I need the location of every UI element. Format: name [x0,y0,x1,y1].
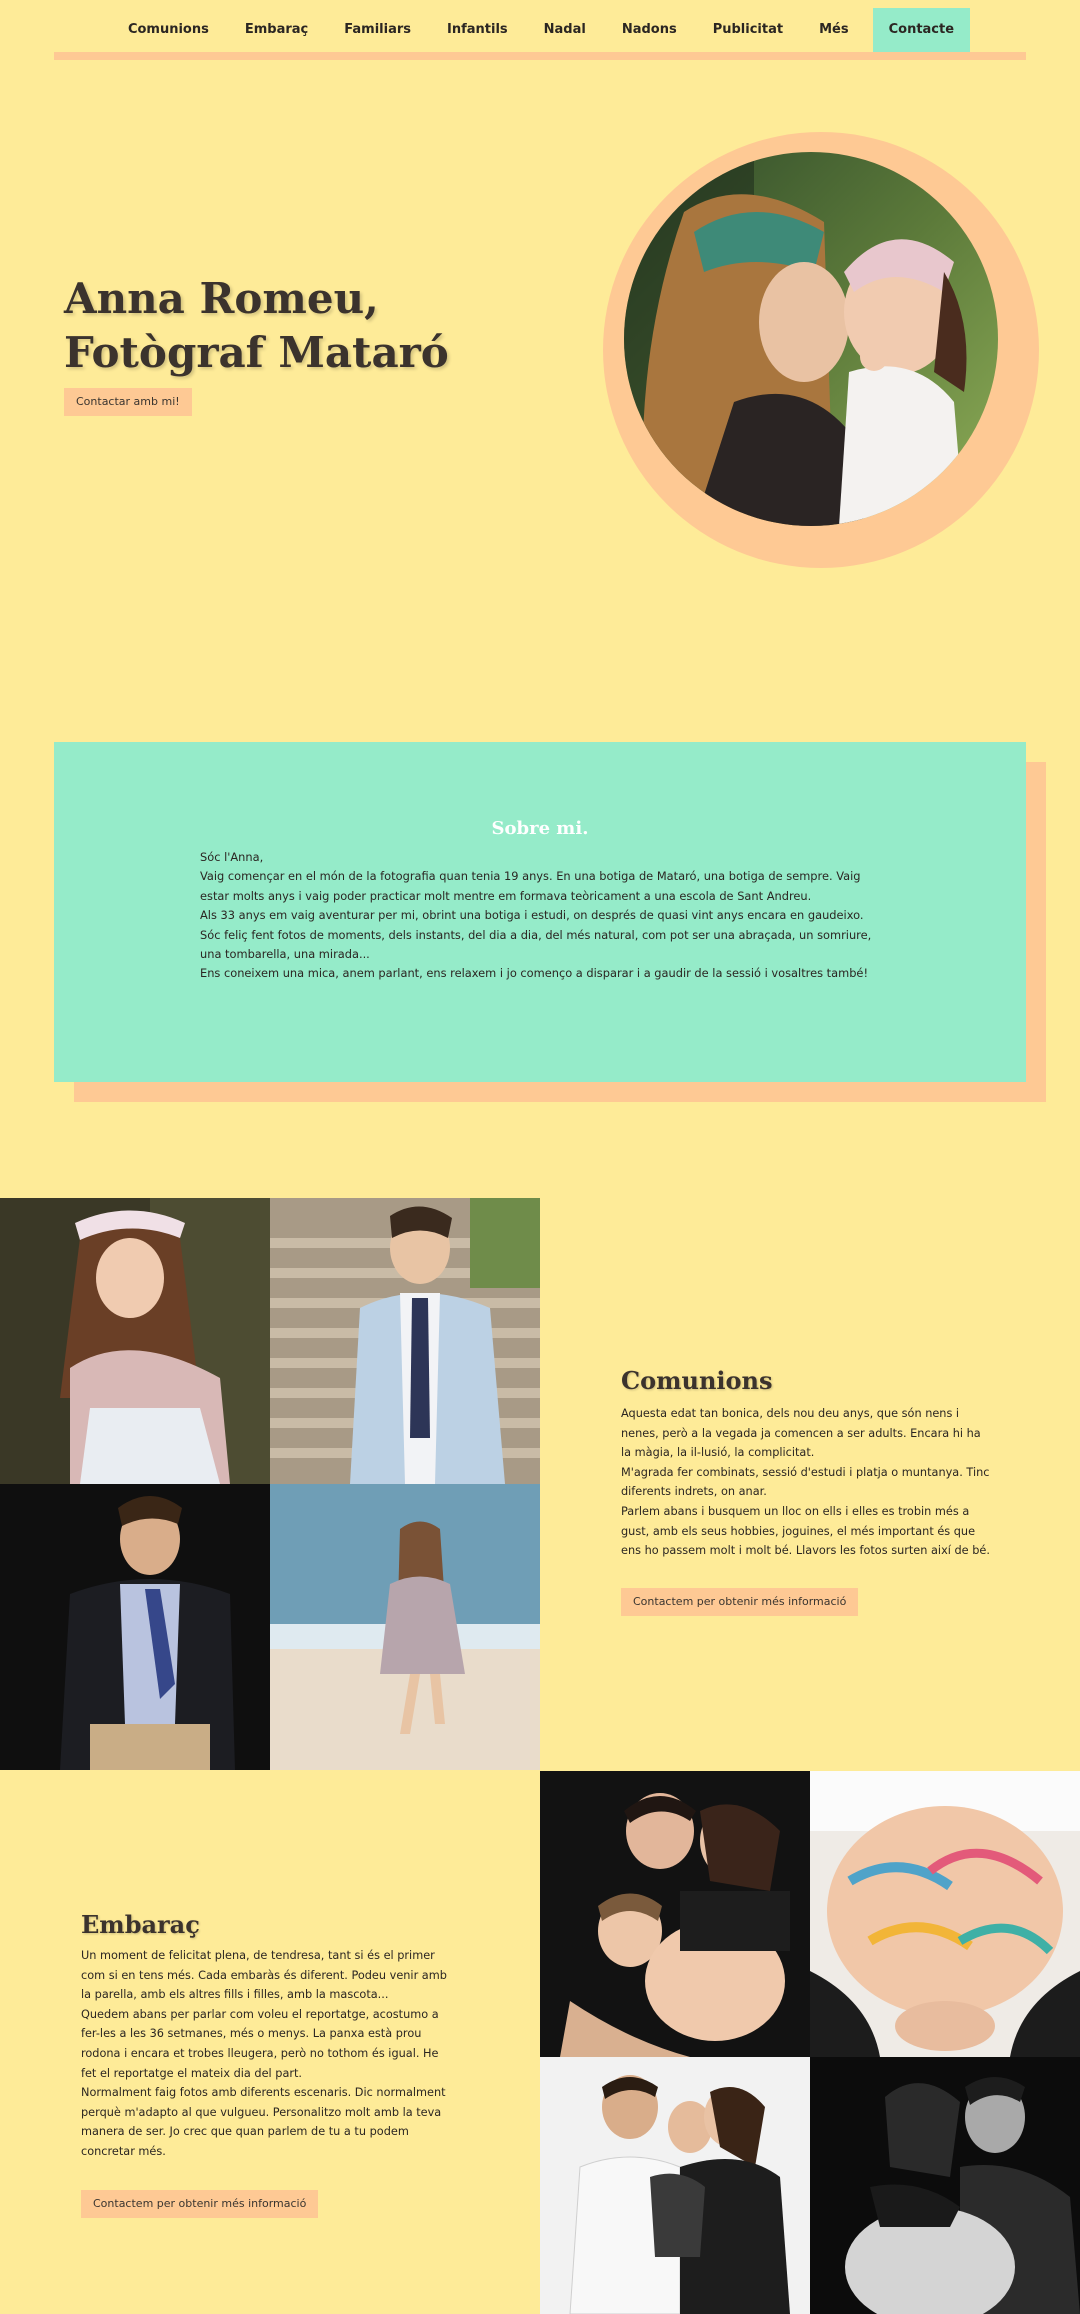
embaras-photo-couple-bw[interactable] [810,2057,1080,2314]
nav-item-mes[interactable]: Més [801,8,867,52]
nav-items: Comunions Embaraç Familiars Infantils Na… [0,8,1080,52]
about-text: Sóc l'Anna, Vaig començar en el món de l… [200,848,880,984]
photo-illustration [0,1198,270,1484]
embaras-photo-painted-belly[interactable] [810,1771,1080,2057]
embaras-photo-couple-kiss[interactable] [540,2057,810,2314]
nav-item-infantils[interactable]: Infantils [429,8,526,52]
main-navigation: Comunions Embaraç Familiars Infantils Na… [0,0,1080,52]
contact-me-button[interactable]: Contactar amb mi! [64,388,192,416]
comunions-photo-girl-beach[interactable] [270,1484,540,1770]
photo-illustration [540,1771,810,2057]
embaras-contact-button[interactable]: Contactem per obtenir més informació [81,2190,319,2218]
comunions-paragraph: M'agrada fer combinats, sessió d'estudi … [621,1465,990,1499]
comunions-photo-grid [0,1198,540,1770]
comunions-paragraph: Aquesta edat tan bonica, dels nou deu an… [621,1407,981,1460]
nav-item-familiars[interactable]: Familiars [326,8,429,52]
photo-illustration [810,2057,1080,2314]
comunions-text: Aquesta edat tan bonica, dels nou deu an… [621,1404,991,1561]
hero-title-line-2: Fotògraf Mataró [64,328,449,377]
about-paragraph: Vaig començar en el món de la fotografia… [200,869,861,903]
hero-photo-illustration [624,152,998,526]
about-paragraph: Ens coneixem una mica, anem parlant, ens… [200,966,869,981]
nav-item-nadons[interactable]: Nadons [604,8,695,52]
hero-title: Anna Romeu, Fotògraf Mataró [64,272,449,380]
embaras-photo-family-belly[interactable] [540,1771,810,2057]
photo-illustration [270,1198,540,1484]
photo-illustration [0,1484,270,1770]
comunions-contact-button[interactable]: Contactem per obtenir més informació [621,1588,859,1616]
photo-illustration [810,1771,1080,2057]
about-paragraph: Als 33 anys em vaig aventurar per mi, ob… [200,908,864,923]
nav-item-publicitat[interactable]: Publicitat [695,8,801,52]
comunions-photo-girl-flower-crown[interactable] [0,1198,270,1484]
nav-item-embaras[interactable]: Embaraç [227,8,326,52]
embaras-paragraph: Quedem abans per parlar com voleu el rep… [81,2007,439,2080]
nav-underline-bar [54,52,1026,60]
hero-photo-mother-daughter [624,152,998,526]
photo-illustration [270,1484,540,1770]
comunions-paragraph: Parlem abans i busquem un lloc on ells i… [621,1504,990,1558]
embaras-text: Un moment de felicitat plena, de tendres… [81,1946,451,2162]
comunions-title: Comunions [621,1366,773,1395]
about-paragraph: Sóc feliç fent fotos de moments, dels in… [200,927,872,962]
hero-title-line-1: Anna Romeu, [64,274,379,323]
embaras-paragraph: Un moment de felicitat plena, de tendres… [81,1949,447,2002]
about-paragraph: Sóc l'Anna, [200,850,264,864]
comunions-photo-boy-studio[interactable] [0,1484,270,1770]
embaras-title: Embaraç [81,1910,200,1939]
comunions-photo-boy-stairs[interactable] [270,1198,540,1484]
nav-item-nadal[interactable]: Nadal [526,8,604,52]
embaras-photo-grid [540,1771,1080,2314]
photo-illustration [540,2057,810,2314]
embaras-paragraph: Normalment faig fotos amb diferents esce… [81,2086,446,2158]
nav-item-comunions[interactable]: Comunions [110,8,227,52]
about-title: Sobre mi. [491,818,589,839]
nav-item-contacte[interactable]: Contacte [872,8,971,52]
